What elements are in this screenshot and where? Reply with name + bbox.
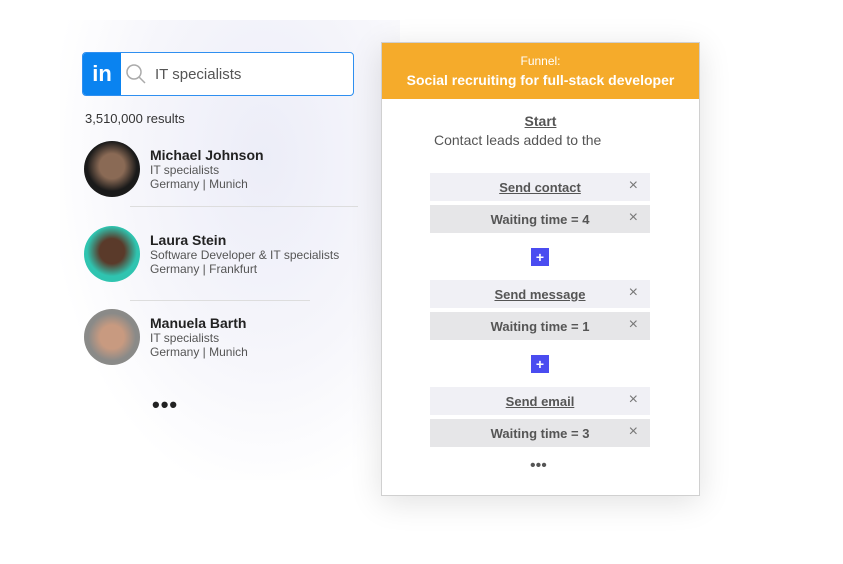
- step-label[interactable]: Send message: [494, 287, 585, 302]
- search-icon: [121, 53, 151, 95]
- step-waiting[interactable]: Waiting time = 1 ×: [430, 312, 650, 340]
- step-label[interactable]: Send email: [506, 394, 575, 409]
- person-item[interactable]: Laura Stein Software Developer & IT speci…: [84, 226, 339, 282]
- step-send-email[interactable]: Send email ×: [430, 387, 650, 415]
- person-name[interactable]: Michael Johnson: [150, 147, 264, 163]
- avatar: [84, 226, 140, 282]
- step-waiting[interactable]: Waiting time = 4 ×: [430, 205, 650, 233]
- person-name[interactable]: Laura Stein: [150, 232, 339, 248]
- person-location: Germany | Munich: [150, 345, 248, 359]
- step-label: Waiting time = 3: [490, 425, 590, 441]
- close-icon[interactable]: ×: [629, 209, 638, 227]
- start-link[interactable]: Start: [382, 113, 699, 129]
- person-location: Germany | Frankfurt: [150, 262, 258, 276]
- funnel-label: Funnel:: [520, 54, 561, 68]
- funnel-panel: Funnel: Social recruiting for full-stack…: [381, 42, 700, 496]
- person-location: Germany | Munich: [150, 177, 248, 191]
- add-step-button[interactable]: +: [531, 355, 549, 373]
- person-title: IT specialists: [150, 331, 220, 345]
- funnel-title: Social recruiting for full-stack develop…: [406, 72, 675, 88]
- search-input[interactable]: IT specialists: [151, 53, 241, 95]
- close-icon[interactable]: ×: [629, 284, 638, 302]
- close-icon[interactable]: ×: [629, 391, 638, 409]
- close-icon[interactable]: ×: [629, 423, 638, 441]
- results-count: 3,510,000 results: [85, 111, 185, 126]
- close-icon[interactable]: ×: [629, 177, 638, 195]
- start-description: Contact leads added to the: [434, 132, 602, 148]
- divider: [130, 206, 358, 207]
- person-item[interactable]: Michael Johnson IT specialists Germany | M…: [84, 141, 264, 197]
- step-label[interactable]: Send contact: [499, 180, 581, 195]
- linkedin-logo: in: [83, 53, 121, 95]
- divider: [130, 300, 310, 301]
- person-title: IT specialists: [150, 163, 220, 177]
- person-name[interactable]: Manuela Barth: [150, 315, 248, 331]
- person-item[interactable]: Manuela Barth IT specialists Germany | Mun…: [84, 309, 248, 365]
- step-label: Waiting time = 4: [490, 211, 590, 227]
- step-send-message[interactable]: Send message ×: [430, 280, 650, 308]
- step-waiting[interactable]: Waiting time = 3 ×: [430, 419, 650, 447]
- add-step-button[interactable]: +: [531, 248, 549, 266]
- avatar: [84, 309, 140, 365]
- step-label: Waiting time = 1: [490, 318, 590, 334]
- more-steps: •••: [530, 457, 547, 474]
- avatar: [84, 141, 140, 197]
- person-title: Software Developer & IT specialists: [150, 248, 340, 262]
- search-bar[interactable]: in IT specialists: [82, 52, 354, 96]
- step-send-contact[interactable]: Send contact ×: [430, 173, 650, 201]
- funnel-header: Funnel: Social recruiting for full-stack…: [382, 43, 699, 99]
- more-results[interactable]: •••: [152, 392, 178, 418]
- close-icon[interactable]: ×: [629, 316, 638, 334]
